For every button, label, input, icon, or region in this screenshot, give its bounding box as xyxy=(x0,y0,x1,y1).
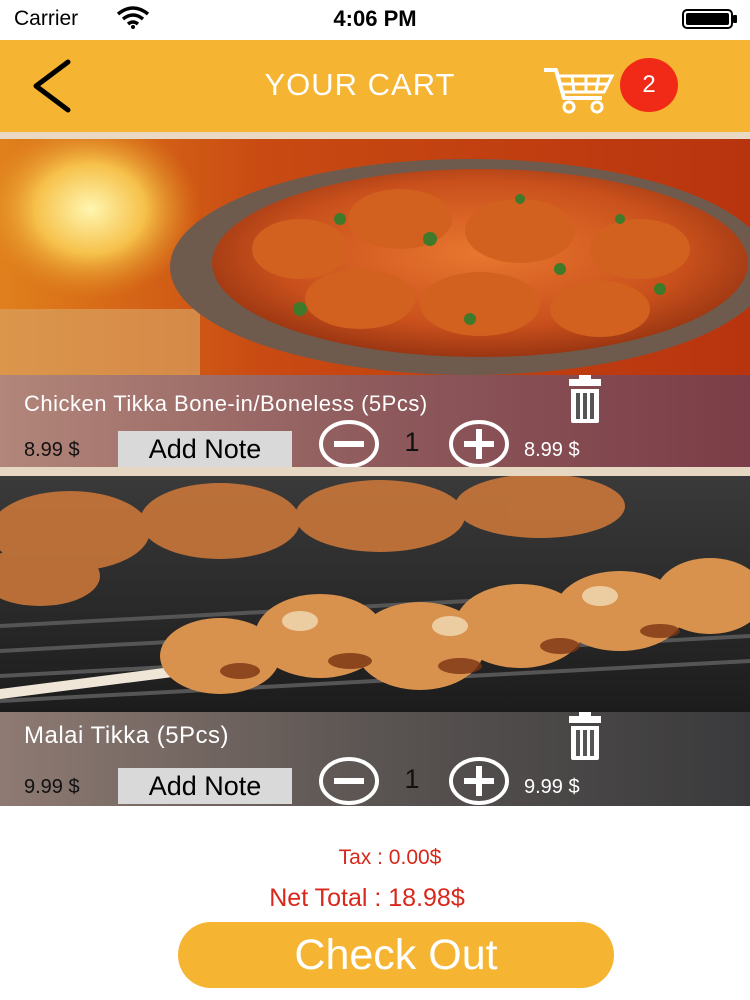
status-bar: Carrier 4:06 PM xyxy=(0,0,750,40)
item-name: Malai Tikka (5Pcs) xyxy=(24,722,230,749)
minus-circle-icon xyxy=(319,757,379,805)
line-total: 8.99 $ xyxy=(524,439,580,461)
item-name: Chicken Tikka Bone-in/Boneless (5Pcs) xyxy=(24,391,428,416)
increase-quantity-button[interactable] xyxy=(448,756,510,806)
status-time: 4:06 PM xyxy=(333,6,417,31)
unit-price: 8.99 $ xyxy=(24,439,80,461)
increase-quantity-button[interactable] xyxy=(448,419,510,467)
plus-circle-icon xyxy=(449,420,509,467)
minus-circle-icon xyxy=(319,420,379,467)
cart-button[interactable]: 2 xyxy=(542,58,682,118)
item-controls: Chicken Tikka Bone-in/Boneless (5Pcs) 8.… xyxy=(0,375,750,467)
checkout-button[interactable]: Check Out xyxy=(178,922,614,988)
trash-icon[interactable] xyxy=(560,375,610,425)
decrease-quantity-button[interactable] xyxy=(318,419,380,467)
decrease-quantity-button[interactable] xyxy=(318,756,380,806)
battery-icon xyxy=(682,9,737,29)
item-separator xyxy=(0,467,750,476)
net-total-label: Net Total : 18.98$ xyxy=(269,884,465,912)
line-total: 9.99 $ xyxy=(524,776,580,798)
plus-circle-icon xyxy=(449,757,509,805)
cart-count-badge: 2 xyxy=(620,58,678,112)
quantity-value: 1 xyxy=(404,764,420,794)
shopping-cart-icon xyxy=(544,68,615,114)
tax-label: Tax : 0.00$ xyxy=(338,846,442,869)
trash-icon[interactable] xyxy=(560,712,610,762)
add-note-button[interactable]: Add Note xyxy=(118,768,292,804)
cart-item: Malai Tikka (5Pcs) 9.99 $ Add Note 1 9.9… xyxy=(0,476,750,806)
cart-item: Chicken Tikka Bone-in/Boneless (5Pcs) 8.… xyxy=(0,139,750,467)
item-controls: Malai Tikka (5Pcs) 9.99 $ Add Note 1 9.9… xyxy=(0,712,750,806)
unit-price: 9.99 $ xyxy=(24,776,80,798)
chicken-tikka-photo xyxy=(0,139,750,375)
malai-tikka-photo xyxy=(0,476,750,712)
nav-bar: YOUR CART 2 xyxy=(0,40,750,132)
nav-divider xyxy=(0,132,750,139)
quantity-value: 1 xyxy=(404,427,420,457)
add-note-button[interactable]: Add Note xyxy=(118,431,292,467)
